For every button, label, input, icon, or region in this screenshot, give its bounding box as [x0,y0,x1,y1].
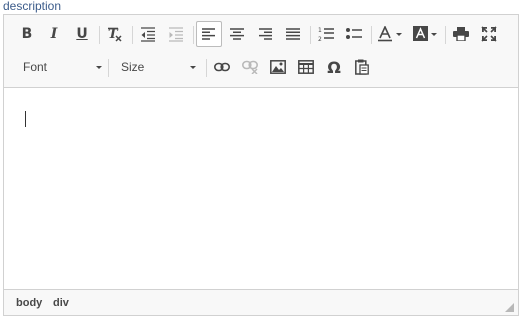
numbered-list-icon: 1 2 [318,27,334,42]
svg-text:1: 1 [318,27,322,34]
toolbar-separator [445,26,446,44]
bold-button[interactable]: B [14,21,40,47]
print-icon [453,27,469,41]
decrease-indent-icon [141,27,155,42]
align-left-icon [202,28,215,40]
increase-indent-icon [169,27,183,42]
print-button[interactable] [448,21,474,47]
bulleted-list-icon [346,28,362,39]
toolbar-row-1: B I U T 1 2 [4,19,518,49]
chevron-down-icon [190,65,196,69]
justify-button[interactable] [280,21,306,47]
image-button[interactable] [265,54,291,80]
bulleted-list-button[interactable] [341,21,367,47]
toolbar-separator [206,59,207,77]
toolbar-separator [193,26,194,44]
maximize-button[interactable] [476,21,502,47]
align-left-button[interactable] [196,21,222,47]
unlink-icon [242,60,258,74]
bold-icon: B [21,26,33,42]
editor-toolbar: B I U T 1 2 Font Size Ω [4,15,518,88]
background-color-icon [413,26,437,41]
align-right-button[interactable] [252,21,278,47]
table-icon [298,60,314,74]
align-right-icon [259,28,272,40]
size-select[interactable]: Size [116,55,200,79]
path-div[interactable]: div [53,297,69,309]
size-select-value: Size [121,60,145,74]
underline-button[interactable]: U [69,21,95,47]
link-button[interactable] [209,54,235,80]
align-center-icon [230,28,244,40]
special-character-icon: Ω [327,57,341,77]
table-button[interactable] [293,54,319,80]
toolbar-separator [108,59,109,77]
decrease-indent-button[interactable] [135,21,161,47]
text-cursor [25,111,26,127]
text-color-icon [378,26,402,42]
editor-content-area[interactable] [4,89,518,288]
maximize-icon [481,26,497,42]
toolbar-separator [310,26,311,44]
align-center-button[interactable] [224,21,250,47]
remove-format-button[interactable]: T [102,21,128,47]
font-select[interactable]: Font [18,55,106,79]
justify-icon [286,28,300,40]
toolbar-separator [371,26,372,44]
link-icon [214,62,230,72]
image-icon [270,60,286,74]
italic-icon: I [50,26,58,42]
toolbar-row-2: Font Size Ω [4,52,518,82]
toolbar-separator [99,26,100,44]
chevron-down-icon [96,65,102,69]
underline-icon: U [76,26,88,42]
svg-text:2: 2 [318,36,322,42]
special-character-button[interactable]: Ω [321,54,347,80]
italic-button[interactable]: I [41,21,67,47]
text-color-button[interactable] [375,21,407,47]
resize-handle-icon[interactable] [505,303,514,312]
increase-indent-button[interactable] [163,21,189,47]
rich-text-editor: B I U T 1 2 Font Size Ω body div [3,14,519,316]
editor-status-bar: body div [4,289,518,315]
paste-from-word-icon [355,59,369,75]
remove-format-icon: T [108,27,122,42]
path-body[interactable]: body [16,297,42,309]
toolbar-separator [132,26,133,44]
numbered-list-button[interactable]: 1 2 [313,21,339,47]
field-label: description [3,0,62,13]
unlink-button[interactable] [237,54,263,80]
background-color-button[interactable] [410,21,442,47]
font-select-value: Font [23,60,48,74]
paste-from-word-button[interactable] [349,54,375,80]
